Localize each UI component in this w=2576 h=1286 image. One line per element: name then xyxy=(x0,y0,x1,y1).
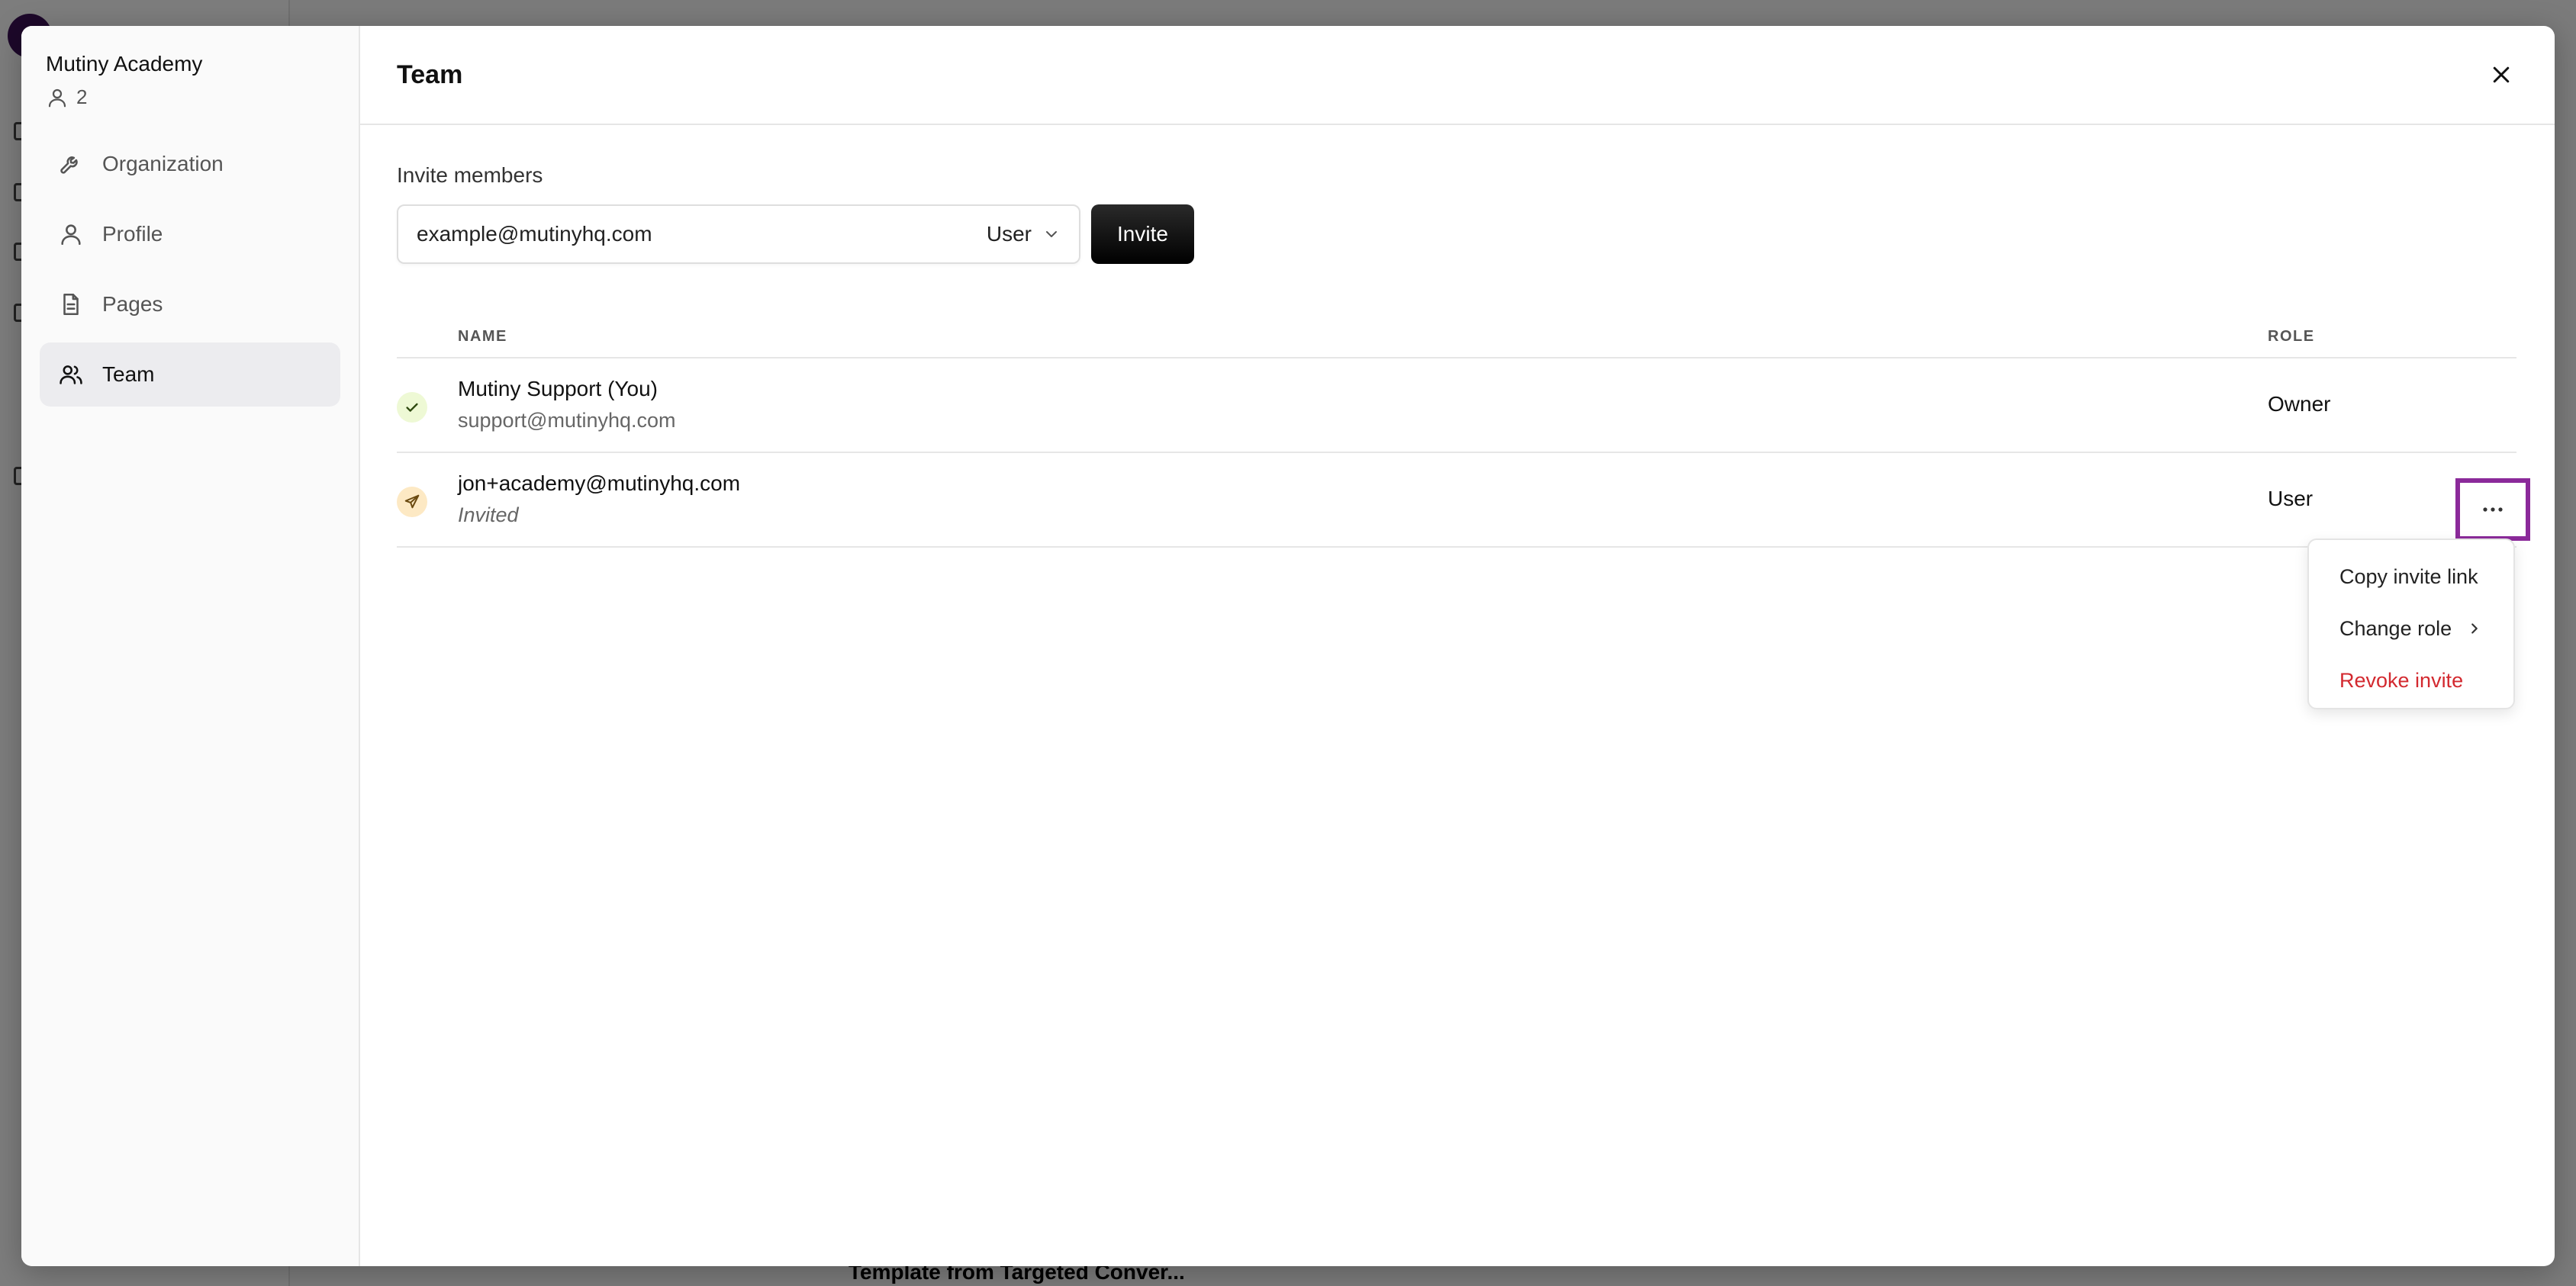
chevron-right-icon xyxy=(2471,623,2478,634)
menu-item-copy-invite-link[interactable]: Copy invite link xyxy=(2309,551,2513,603)
role-select-value: User xyxy=(986,222,1032,246)
menu-item-revoke-invite[interactable]: Revoke invite xyxy=(2309,654,2513,706)
more-horizontal-icon xyxy=(2483,507,2503,512)
invite-label: Invite members xyxy=(397,163,543,187)
column-header-name: NAME xyxy=(458,328,507,345)
team-panel: Team Invite members User Invite NAM xyxy=(360,26,2555,1266)
sidebar-item-label: Pages xyxy=(102,292,163,316)
member-count-value: 2 xyxy=(76,85,88,108)
sidebar-item-label: Team xyxy=(102,362,155,386)
settings-sidebar: Mutiny Academy 2 Organization Profile Pa… xyxy=(21,26,360,1266)
table-row: jon+academy@mutinyhq.com Invited User xyxy=(397,453,2516,548)
close-icon xyxy=(2493,66,2510,83)
table-row: Mutiny Support (You) support@mutinyhq.co… xyxy=(397,358,2516,453)
check-icon xyxy=(406,403,418,412)
panel-header: Team xyxy=(360,26,2555,125)
member-role: User xyxy=(2268,487,2314,510)
invite-row: User Invite xyxy=(397,204,2518,264)
menu-item-label: Revoke invite xyxy=(2339,668,2464,692)
chevron-down-icon xyxy=(1046,231,1057,237)
invite-button[interactable]: Invite xyxy=(1091,204,1194,264)
member-email: support@mutinyhq.com xyxy=(458,409,676,432)
invite-field: User xyxy=(397,204,1080,264)
user-icon xyxy=(61,224,81,246)
org-name: Mutiny Academy xyxy=(46,52,203,76)
member-name: Mutiny Support (You) xyxy=(458,377,658,400)
page-title: Team xyxy=(397,59,463,89)
sidebar-item-organization[interactable]: Organization xyxy=(40,132,340,196)
user-icon xyxy=(48,88,66,107)
row-actions-menu: Copy invite link Change role Revoke invi… xyxy=(2307,539,2515,709)
member-status: Invited xyxy=(458,503,519,526)
role-select[interactable]: User xyxy=(987,222,1061,246)
menu-item-change-role[interactable]: Change role xyxy=(2309,603,2513,654)
settings-modal: Mutiny Academy 2 Organization Profile Pa… xyxy=(21,26,2555,1266)
member-name: jon+academy@mutinyhq.com xyxy=(458,471,741,495)
wrench-icon xyxy=(60,156,78,174)
menu-item-label: Change role xyxy=(2339,616,2452,640)
users-icon xyxy=(60,365,82,384)
invite-email-input[interactable] xyxy=(417,222,905,246)
row-actions-button[interactable] xyxy=(2455,478,2530,541)
sidebar-item-profile[interactable]: Profile xyxy=(40,202,340,266)
member-role: Owner xyxy=(2268,392,2331,416)
status-badge xyxy=(397,487,427,517)
team-table: NAME ROLE Mutiny Support (You) support@m… xyxy=(397,320,2516,548)
sidebar-item-pages[interactable]: Pages xyxy=(40,272,340,336)
sidebar-item-label: Profile xyxy=(102,222,163,246)
menu-item-label: Copy invite link xyxy=(2339,564,2478,588)
send-icon xyxy=(404,494,420,509)
status-badge xyxy=(397,392,427,423)
table-header: NAME ROLE xyxy=(397,320,2516,358)
close-button[interactable] xyxy=(2484,58,2518,92)
sidebar-item-label: Organization xyxy=(102,152,224,175)
panel-content: Invite members User Invite NAME ROLE xyxy=(360,125,2555,548)
member-count: 2 xyxy=(46,85,340,109)
column-header-role: ROLE xyxy=(2268,328,2315,345)
settings-nav: Organization Profile Pages Team xyxy=(40,132,340,407)
sidebar-item-team[interactable]: Team xyxy=(40,342,340,407)
document-icon xyxy=(63,293,79,316)
